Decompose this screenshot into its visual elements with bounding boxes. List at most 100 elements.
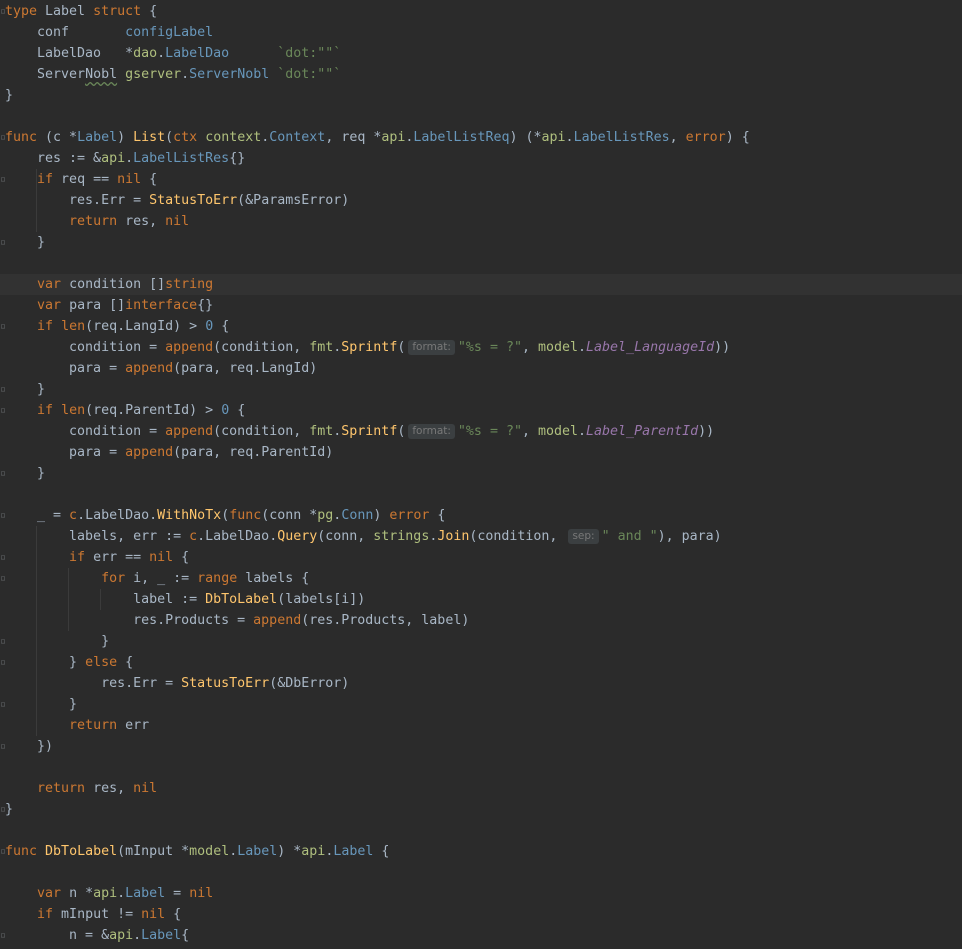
code-text: if req == nil { [5, 169, 157, 190]
code-token: res, [117, 214, 166, 229]
code-line[interactable]: ▫} [0, 799, 962, 820]
code-token: model [189, 844, 230, 859]
code-token: configLabel [125, 25, 214, 40]
indent-guide [36, 169, 37, 232]
code-line[interactable]: ▫ } [0, 463, 962, 484]
code-token: LabelListRes [573, 130, 670, 145]
code-line[interactable]: var condition []string [0, 274, 962, 295]
code-token: LabelListRes [133, 151, 230, 166]
code-token: Query [277, 529, 318, 544]
code-line[interactable]: condition = append(condition, fmt. Sprint… [0, 421, 962, 442]
code-line[interactable]: ▫ func DbToLabel(mInput *model.Label) *ap… [0, 841, 962, 862]
code-line[interactable] [0, 484, 962, 505]
code-text: var n *api.Label = nil [5, 883, 213, 904]
code-token: fmt [309, 424, 334, 439]
code-line[interactable]: ▫ if err == nil { [0, 547, 962, 568]
code-line[interactable]: if mInput != nil { [0, 904, 962, 925]
code-token: res := & [5, 151, 102, 166]
code-line[interactable]: ▫ } [0, 379, 962, 400]
code-line[interactable]: para = append(para, req.LangId) [0, 358, 962, 379]
code-token: Conn [341, 508, 374, 523]
code-token: (labels[i]) [277, 592, 366, 607]
code-line[interactable]: condition = append(condition, fmt. Sprint… [0, 337, 962, 358]
code-text: res.Err = StatusToErr(&DbError) [5, 673, 349, 694]
code-line[interactable] [0, 862, 962, 883]
code-line[interactable]: ▫ } [0, 631, 962, 652]
code-token: res.Products = [5, 613, 254, 628]
code-token: LabelDao [165, 46, 230, 61]
code-token: res.Err = [5, 676, 182, 691]
code-text: labels, err := c.LabelDao.Query(conn, st… [5, 526, 722, 547]
code-token: model [537, 340, 579, 355]
code-token: ( [397, 424, 406, 439]
code-token: { [141, 4, 158, 19]
code-token: if [37, 319, 54, 334]
code-text: return res, nil [5, 211, 189, 232]
code-token: Sprintf [341, 424, 398, 439]
code-text: return res, nil [5, 778, 157, 799]
code-line[interactable]: conf configLabel [0, 22, 962, 43]
code-line[interactable] [0, 253, 962, 274]
code-token: { [181, 928, 190, 943]
code-line[interactable]: return res, nil [0, 211, 962, 232]
code-line[interactable] [0, 106, 962, 127]
code-line[interactable] [0, 820, 962, 841]
code-line[interactable]: ▫ }) [0, 736, 962, 757]
code-token: " and " [601, 529, 658, 544]
code-token: nil [133, 781, 158, 796]
code-line[interactable]: ▫ if req == nil { [0, 169, 962, 190]
code-text: } [5, 631, 109, 652]
code-line[interactable]: para = append(para, req.ParentId) [0, 442, 962, 463]
code-line[interactable]: ServerNobl gserver.ServerNobl `dot:""` [0, 64, 962, 85]
code-token: api [109, 928, 134, 943]
code-line[interactable]: ▫ _ = c.LabelDao.WithNoTx(func(conn *pg.… [0, 505, 962, 526]
code-line[interactable]: ▫ } [0, 232, 962, 253]
code-token: api [301, 844, 326, 859]
code-line[interactable]: return err [0, 715, 962, 736]
code-line[interactable] [0, 757, 962, 778]
code-line[interactable]: ▫ if len(req.LangId) > 0 { [0, 316, 962, 337]
code-token: func [5, 130, 38, 145]
code-token: if [37, 172, 54, 187]
code-token: List [133, 130, 166, 145]
code-line[interactable]: return res, nil [0, 778, 962, 799]
code-token: labels, err := [5, 529, 190, 544]
code-line[interactable]: ▫ n = &api.Label{ [0, 925, 962, 946]
code-line[interactable]: ▫ if len(req.ParentId) > 0 { [0, 400, 962, 421]
code-line[interactable]: res.Products = append(res.Products, labe… [0, 610, 962, 631]
code-line[interactable]: LabelDao *dao.LabelDao `dot:""` [0, 43, 962, 64]
code-line[interactable]: var para []interface{} [0, 295, 962, 316]
code-line[interactable]: ▫ } [0, 694, 962, 715]
code-token: c [189, 529, 198, 544]
code-token: c [69, 508, 78, 523]
code-line[interactable]: ▫ } else { [0, 652, 962, 673]
parameter-hint: sep: [568, 529, 599, 544]
code-token: ( [397, 340, 406, 355]
code-line[interactable]: labels, err := c.LabelDao.Query(conn, st… [0, 526, 962, 547]
code-line[interactable]: var n *api.Label = nil [0, 883, 962, 904]
typo-warning[interactable]: Nobl [85, 67, 117, 82]
code-token: nil [189, 886, 214, 901]
code-line[interactable]: res := &api.LabelListRes{} [0, 148, 962, 169]
code-token: . [157, 46, 166, 61]
code-line[interactable]: res.Err = StatusToErr(&DbError) [0, 673, 962, 694]
code-line[interactable]: ▫ for i, _ := range labels { [0, 568, 962, 589]
code-line[interactable]: label := DbToLabel(labels[i]) [0, 589, 962, 610]
code-line[interactable]: ▫ func (c *Label) List(ctx context.Contex… [0, 127, 962, 148]
code-line[interactable]: } [0, 85, 962, 106]
code-token: ) (* [509, 130, 542, 145]
code-token: condition = [5, 340, 166, 355]
code-token: context [205, 130, 262, 145]
code-text: _ = c.LabelDao.WithNoTx(func(conn *pg.Co… [5, 505, 445, 526]
code-line[interactable]: res.Err = StatusToErr(&ParamsError) [0, 190, 962, 211]
code-token: para = [5, 445, 126, 460]
code-text: res.Err = StatusToErr(&ParamsError) [5, 190, 349, 211]
code-line[interactable]: ▫ type Label struct { [0, 1, 962, 22]
code-editor[interactable]: ▫ type Label struct { conf configLabel La… [0, 0, 962, 949]
code-token: api [101, 151, 126, 166]
code-text: func (c *Label) List(ctx context. Context… [5, 127, 750, 148]
